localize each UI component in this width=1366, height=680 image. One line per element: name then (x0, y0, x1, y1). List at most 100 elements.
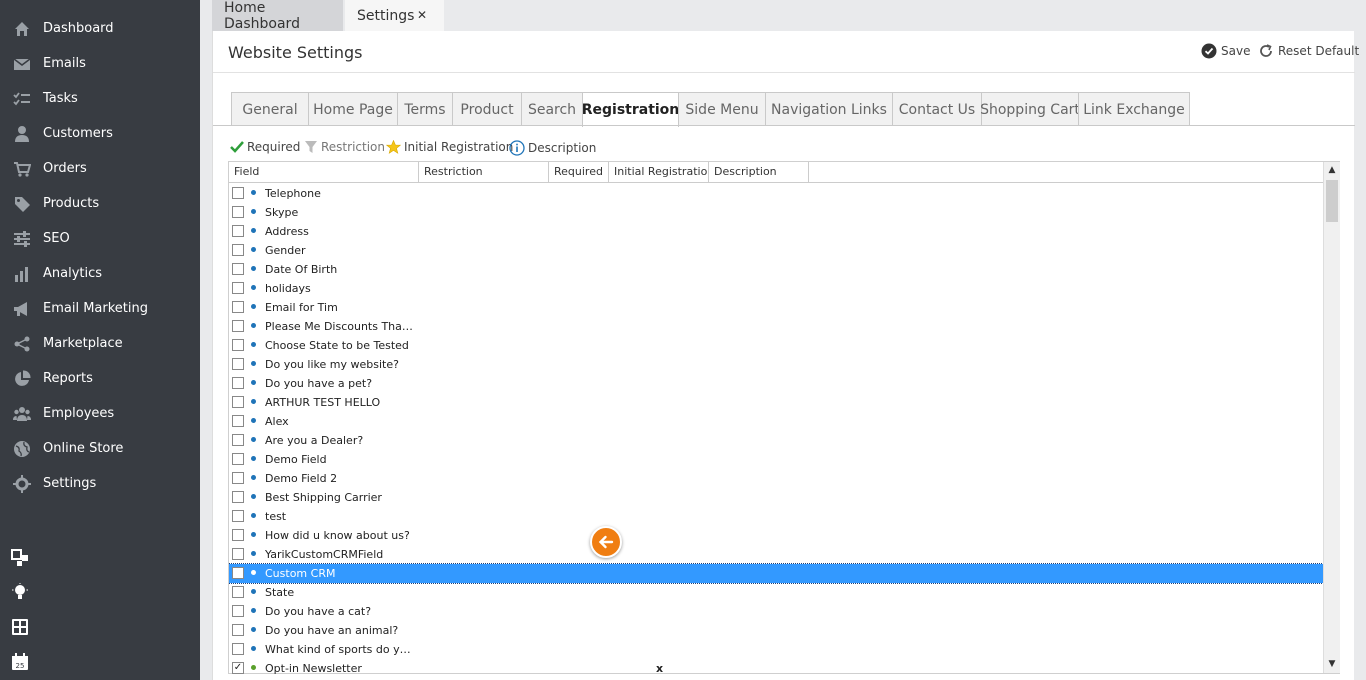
table-row[interactable]: Custom CRM (229, 563, 1323, 584)
row-checkbox[interactable] (232, 320, 244, 332)
tab-registration[interactable]: Registration (582, 92, 679, 127)
scroll-thumb[interactable] (1326, 180, 1338, 222)
row-checkbox[interactable] (232, 472, 244, 484)
row-checkbox[interactable] (232, 187, 244, 199)
reset-default-button[interactable]: Reset Default (1258, 43, 1359, 59)
row-checkbox[interactable] (232, 643, 244, 655)
row-checkbox[interactable] (232, 510, 244, 522)
column-restriction[interactable]: Restriction (419, 162, 549, 182)
tab-shopping-cart[interactable]: Shopping Cart (980, 92, 1080, 126)
tab-side-menu[interactable]: Side Menu (678, 92, 766, 126)
row-checkbox[interactable] (232, 434, 244, 446)
tab-home-dashboard[interactable]: Home Dashboard (212, 0, 343, 32)
table-row[interactable]: Alex (229, 412, 1323, 431)
sidebar-item-tasks[interactable]: Tasks (0, 84, 200, 114)
table-row[interactable]: State (229, 583, 1323, 602)
row-checkbox[interactable] (232, 567, 244, 579)
column-field[interactable]: Field (229, 162, 419, 182)
row-checkbox[interactable] (232, 377, 244, 389)
sidebar-item-settings[interactable]: Settings (0, 469, 200, 499)
sidebar-item-emails[interactable]: Emails (0, 49, 200, 79)
sidebar-item-seo[interactable]: SEO (0, 224, 200, 254)
row-checkbox[interactable] (232, 339, 244, 351)
table-row[interactable]: Do you have a pet? (229, 374, 1323, 393)
table-row[interactable]: Date Of Birth (229, 260, 1323, 279)
tab-general[interactable]: General (231, 92, 309, 126)
calculator-icon[interactable] (11, 618, 31, 638)
table-row[interactable]: Choose State to be Tested (229, 336, 1323, 355)
column-required[interactable]: Required (549, 162, 609, 182)
table-row[interactable]: What kind of sports do you... (229, 640, 1323, 659)
table-row[interactable]: Do you have an animal? (229, 621, 1323, 640)
table-row[interactable]: Address (229, 222, 1323, 241)
tab-navigation-links[interactable]: Navigation Links (765, 92, 893, 126)
back-arrow-button[interactable] (590, 526, 622, 558)
table-row[interactable]: Email for Tim (229, 298, 1323, 317)
check-circle-icon (1201, 43, 1217, 59)
sidebar-item-email-marketing[interactable]: Email Marketing (0, 294, 200, 324)
tab-terms[interactable]: Terms (397, 92, 453, 126)
scroll-up-icon[interactable]: ▲ (1324, 162, 1340, 178)
calendar-icon[interactable]: 25 (11, 653, 31, 673)
row-checkbox[interactable] (232, 263, 244, 275)
table-row[interactable]: Best Shipping Carrier (229, 488, 1323, 507)
table-row[interactable]: Telephone (229, 184, 1323, 203)
row-checkbox[interactable] (232, 548, 244, 560)
row-checkbox[interactable] (232, 605, 244, 617)
row-checkbox[interactable] (232, 301, 244, 313)
sidebar-item-products[interactable]: Products (0, 189, 200, 219)
table-row[interactable]: Demo Field 2 (229, 469, 1323, 488)
row-checkbox[interactable] (232, 225, 244, 237)
table-row[interactable]: Demo Field (229, 450, 1323, 469)
vertical-scrollbar[interactable]: ▲ ▼ (1323, 162, 1340, 673)
sidebar-item-analytics[interactable]: Analytics (0, 259, 200, 289)
row-bullet-icon (251, 342, 256, 347)
row-checkbox[interactable] (232, 282, 244, 294)
sidebar-item-dashboard[interactable]: Dashboard (0, 14, 200, 44)
row-checkbox[interactable] (232, 206, 244, 218)
row-checkbox[interactable] (232, 624, 244, 636)
sidebar-item-reports[interactable]: Reports (0, 364, 200, 394)
row-checkbox[interactable] (232, 491, 244, 503)
table-row[interactable]: ✓ Opt-in Newsletter x (229, 659, 1323, 674)
row-checkbox[interactable] (232, 358, 244, 370)
table-row[interactable]: How did u know about us? (229, 526, 1323, 545)
sidebar-item-orders[interactable]: Orders (0, 154, 200, 184)
row-checkbox[interactable] (232, 529, 244, 541)
row-checkbox[interactable] (232, 586, 244, 598)
table-row[interactable]: test (229, 507, 1323, 526)
tab-link-exchange[interactable]: Link Exchange (1078, 92, 1190, 126)
column-description[interactable]: Description (709, 162, 809, 182)
row-checkbox[interactable] (232, 453, 244, 465)
widgets-icon[interactable] (11, 549, 31, 569)
column-initial-registration[interactable]: Initial Registratio (609, 162, 709, 182)
row-bullet-icon (251, 209, 256, 214)
table-row[interactable]: Are you a Dealer? (229, 431, 1323, 450)
row-checkbox[interactable] (232, 244, 244, 256)
tab-contact-us[interactable]: Contact Us (892, 92, 982, 126)
row-checkbox[interactable] (232, 415, 244, 427)
tab-home-page[interactable]: Home Page (308, 92, 398, 126)
table-row[interactable]: Please Me Discounts That Ar... (229, 317, 1323, 336)
lightbulb-icon[interactable] (11, 583, 31, 603)
tab-product[interactable]: Product (452, 92, 522, 126)
table-row[interactable]: Gender (229, 241, 1323, 260)
row-checkbox[interactable] (232, 396, 244, 408)
sidebar-item-online-store[interactable]: Online Store (0, 434, 200, 464)
close-icon[interactable]: ✕ (417, 8, 427, 22)
save-button[interactable]: Save (1201, 43, 1250, 59)
table-row[interactable]: Do you have a cat? (229, 602, 1323, 621)
sidebar-item-marketplace[interactable]: Marketplace (0, 329, 200, 359)
table-row[interactable]: Do you like my website? (229, 355, 1323, 374)
row-checkbox[interactable]: ✓ (232, 662, 244, 674)
sidebar-item-customers[interactable]: Customers (0, 119, 200, 149)
table-row[interactable]: holidays (229, 279, 1323, 298)
tab-settings[interactable]: Settings ✕ (345, 0, 444, 31)
sidebar-item-employees[interactable]: Employees (0, 399, 200, 429)
scroll-down-icon[interactable]: ▼ (1324, 656, 1340, 672)
table-row[interactable]: YarikCustomCRMField (229, 545, 1323, 564)
table-row[interactable]: ARTHUR TEST HELLO (229, 393, 1323, 412)
row-field-name: How did u know about us? (265, 529, 410, 542)
tab-search[interactable]: Search (521, 92, 583, 126)
table-row[interactable]: Skype (229, 203, 1323, 222)
